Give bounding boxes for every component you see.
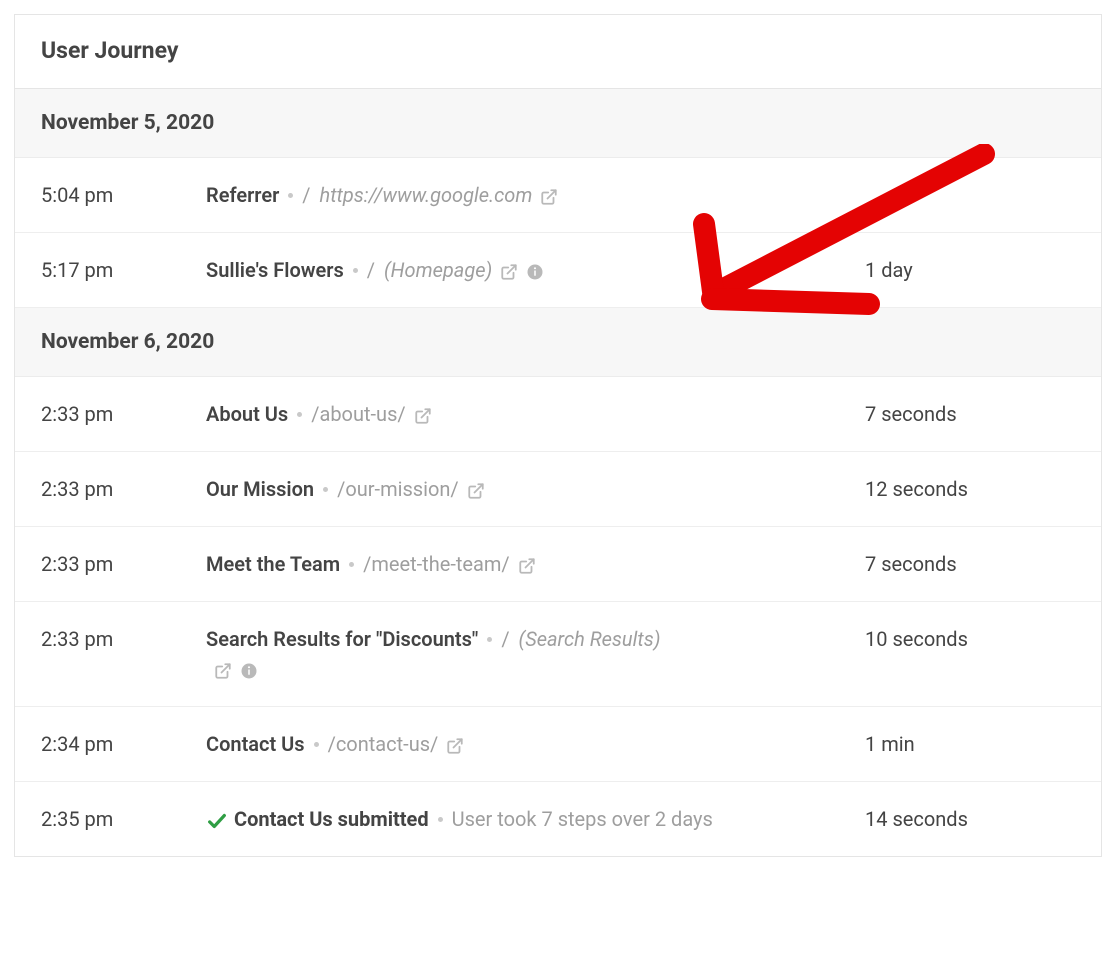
external-link-icon[interactable] <box>500 263 518 281</box>
row-duration: 7 seconds <box>865 549 1075 579</box>
row-title: Contact Us submitted <box>234 807 429 831</box>
row-title: Search Results for "Discounts" <box>206 627 478 651</box>
separator-dot <box>487 637 492 642</box>
path-slash: / <box>302 183 310 207</box>
row-duration: 12 seconds <box>865 474 1075 504</box>
row-path: (Homepage) <box>384 258 492 282</box>
separator-dot <box>297 412 302 417</box>
path-slash: / <box>501 627 509 651</box>
row-time: 2:33 pm <box>41 399 206 429</box>
row-title: Contact Us <box>206 732 305 756</box>
row-path: /contact-us/ <box>328 732 439 756</box>
row-time: 5:17 pm <box>41 255 206 285</box>
journey-row: 2:33 pmAbout Us/about-us/7 seconds <box>15 377 1101 452</box>
check-icon <box>206 810 228 832</box>
row-path: https://www.google.com <box>320 183 533 207</box>
row-main: About Us/about-us/ <box>206 399 865 429</box>
row-duration: 1 day <box>865 255 1075 285</box>
journey-row: 5:17 pmSullie's Flowers / (Homepage) 1 day <box>15 233 1101 308</box>
user-journey-card: User Journey November 5, 20205:04 pmRefe… <box>14 14 1102 857</box>
row-duration: 1 min <box>865 729 1075 759</box>
date-header: November 6, 2020 <box>15 308 1101 377</box>
row-duration: 14 seconds <box>865 804 1075 834</box>
card-header: User Journey <box>15 15 1101 89</box>
external-link-icon[interactable] <box>214 662 232 680</box>
journey-row: 2:33 pmOur Mission/our-mission/12 second… <box>15 452 1101 527</box>
external-link-icon[interactable] <box>540 188 558 206</box>
row-main: Contact Us submitted User took 7 steps ov… <box>206 804 865 834</box>
row-time: 2:35 pm <box>41 804 206 834</box>
journey-row: 2:35 pm Contact Us submitted User took 7 s… <box>15 782 1101 856</box>
journey-row: 2:33 pmMeet the Team/meet-the-team/7 sec… <box>15 527 1101 602</box>
row-time: 2:33 pm <box>41 549 206 579</box>
separator-dot <box>353 268 358 273</box>
row-title: Meet the Team <box>206 552 340 576</box>
row-title: Referrer <box>206 183 279 207</box>
external-link-icon[interactable] <box>518 557 536 575</box>
external-link-icon[interactable] <box>467 482 485 500</box>
row-title: Our Mission <box>206 477 314 501</box>
row-path: /meet-the-team/ <box>363 552 510 576</box>
row-path: /about-us/ <box>311 402 405 426</box>
row-main: Referrer / https://www.google.com <box>206 180 865 210</box>
journey-row: 2:34 pmContact Us/contact-us/1 min <box>15 707 1101 782</box>
path-slash: / <box>367 258 375 282</box>
journey-row: 2:33 pmSearch Results for "Discounts" / (… <box>15 602 1101 707</box>
info-icon[interactable] <box>240 662 258 680</box>
separator-dot <box>323 487 328 492</box>
card-title: User Journey <box>41 37 1075 64</box>
journey-row: 5:04 pmReferrer / https://www.google.com <box>15 158 1101 233</box>
info-icon[interactable] <box>526 263 544 281</box>
row-main: Contact Us/contact-us/ <box>206 729 865 759</box>
row-main: Our Mission/our-mission/ <box>206 474 865 504</box>
row-note: User took 7 steps over 2 days <box>452 807 713 831</box>
row-duration: 10 seconds <box>865 624 1075 654</box>
external-link-icon[interactable] <box>446 737 464 755</box>
date-header: November 5, 2020 <box>15 89 1101 158</box>
separator-dot <box>314 742 319 747</box>
row-time: 2:33 pm <box>41 624 206 654</box>
external-link-icon[interactable] <box>414 407 432 425</box>
row-title: Sullie's Flowers <box>206 258 344 282</box>
row-time: 2:33 pm <box>41 474 206 504</box>
row-path: /our-mission/ <box>337 477 459 501</box>
row-duration: 7 seconds <box>865 399 1075 429</box>
row-main: Meet the Team/meet-the-team/ <box>206 549 865 579</box>
row-main: Sullie's Flowers / (Homepage) <box>206 255 865 285</box>
separator-dot <box>349 562 354 567</box>
separator-dot <box>288 193 293 198</box>
row-time: 5:04 pm <box>41 180 206 210</box>
row-time: 2:34 pm <box>41 729 206 759</box>
row-main: Search Results for "Discounts" / (Search … <box>206 624 865 684</box>
row-title: About Us <box>206 402 288 426</box>
separator-dot <box>438 817 443 822</box>
row-path: (Search Results) <box>519 627 661 651</box>
